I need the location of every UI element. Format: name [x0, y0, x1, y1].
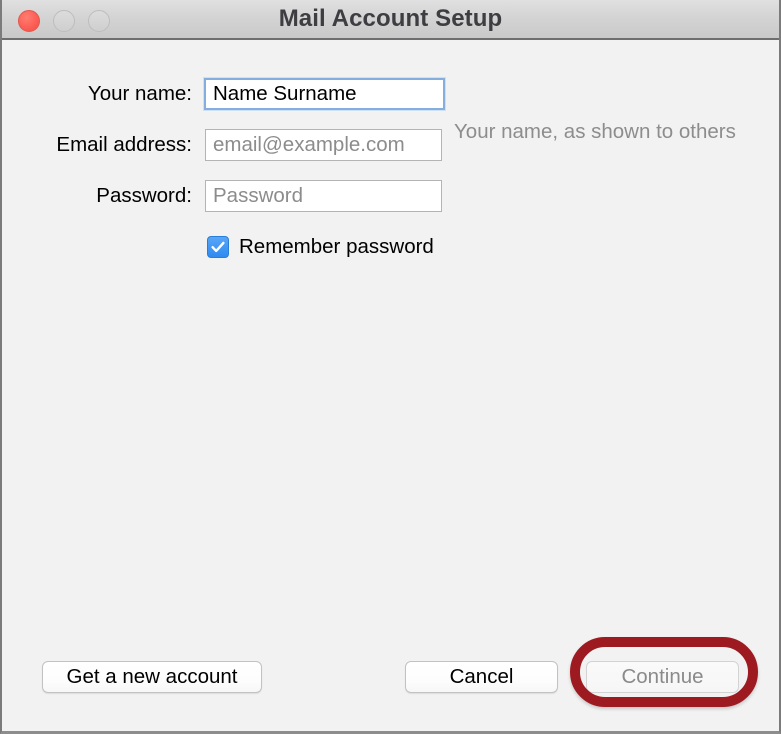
- password-input[interactable]: [205, 180, 442, 212]
- form-row-password: Password:: [2, 180, 779, 212]
- your-name-input[interactable]: [204, 78, 445, 110]
- remember-password-checkbox[interactable]: [207, 236, 229, 258]
- remember-password-row[interactable]: Remember password: [207, 233, 434, 261]
- continue-button[interactable]: Continue: [586, 661, 739, 693]
- email-address-label: Email address:: [56, 133, 192, 156]
- checkmark-icon: [211, 241, 225, 253]
- form-row-your-name: Your name: Your name, as shown to others: [2, 78, 779, 143]
- email-address-input[interactable]: [205, 129, 442, 161]
- form-row-email-address: Email address:: [2, 129, 779, 161]
- mail-account-setup-window: Mail Account Setup Your name: Your name,…: [0, 0, 781, 734]
- cancel-button[interactable]: Cancel: [405, 661, 558, 693]
- password-label: Password:: [96, 184, 192, 207]
- window-title: Mail Account Setup: [278, 5, 503, 32]
- get-new-account-button[interactable]: Get a new account: [42, 661, 262, 693]
- window-titlebar: Mail Account Setup: [2, 0, 779, 40]
- remember-password-label: Remember password: [239, 235, 434, 258]
- your-name-label: Your name:: [87, 82, 192, 105]
